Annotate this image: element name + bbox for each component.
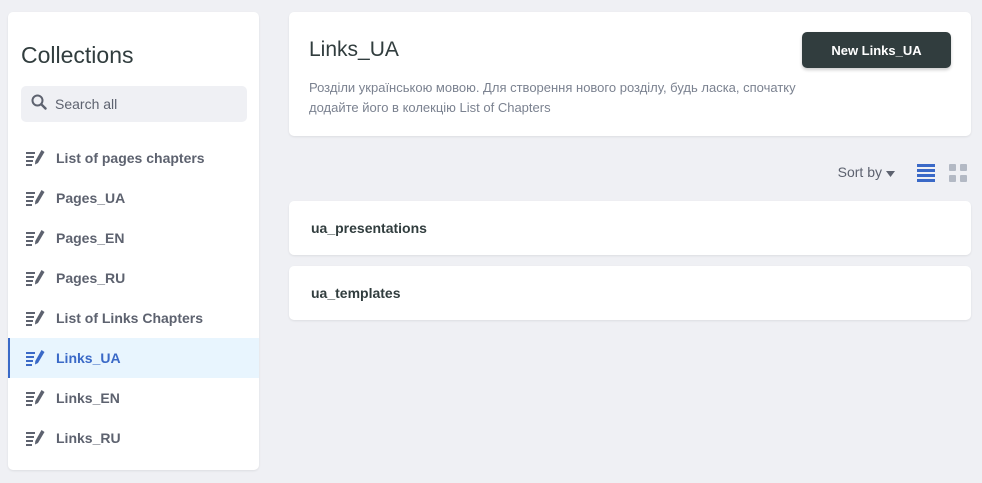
caret-down-icon (886, 164, 895, 180)
sidebar-title: Collections (21, 42, 134, 68)
edit-list-icon (26, 309, 46, 327)
list-item[interactable]: ua_presentations (289, 201, 971, 255)
page-title: Links_UA (309, 38, 399, 61)
sidebar-item-list-of-links-chapters[interactable]: List of Links Chapters (8, 298, 259, 338)
search-input[interactable] (53, 95, 237, 113)
edit-list-icon (26, 189, 46, 207)
sidebar-item-pages-ru[interactable]: Pages_RU (8, 258, 259, 298)
search-box[interactable] (21, 86, 247, 122)
sort-dropdown[interactable]: Sort by (838, 164, 895, 180)
entry-title: ua_templates (311, 285, 401, 301)
collection-list: List of pages chapters Pages_UA Pages_EN… (8, 138, 259, 458)
sidebar-item-list-of-pages-chapters[interactable]: List of pages chapters (8, 138, 259, 178)
sidebar-item-label: List of Links Chapters (56, 310, 204, 326)
list-view-icon[interactable] (916, 162, 936, 187)
collections-sidebar: Collections List of pages chapters Pages… (8, 12, 259, 470)
sidebar-item-label: List of pages chapters (56, 150, 205, 166)
sidebar-item-pages-ua[interactable]: Pages_UA (8, 178, 259, 218)
edit-list-icon (26, 349, 46, 367)
edit-list-icon (26, 149, 46, 167)
entry-title: ua_presentations (311, 220, 427, 236)
sidebar-item-links-ua[interactable]: Links_UA (8, 338, 259, 378)
sidebar-item-label: Pages_RU (56, 270, 126, 286)
edit-list-icon (26, 229, 46, 247)
list-toolbar: Sort by (289, 160, 971, 186)
sort-label: Sort by (837, 164, 882, 180)
sidebar-item-label: Links_EN (56, 390, 120, 406)
sidebar-item-label: Links_UA (56, 350, 121, 366)
entry-list: ua_presentations ua_templates (289, 201, 971, 331)
search-icon (31, 94, 47, 115)
collection-header: Links_UA Розділи українською мовою. Для … (289, 12, 971, 136)
sidebar-item-label: Pages_EN (56, 230, 125, 246)
grid-view-icon[interactable] (948, 162, 968, 187)
sidebar-item-label: Links_RU (56, 430, 121, 446)
edit-list-icon (26, 389, 46, 407)
sidebar-item-links-ru[interactable]: Links_RU (8, 418, 259, 458)
edit-list-icon (26, 269, 46, 287)
list-item[interactable]: ua_templates (289, 266, 971, 320)
sidebar-item-label: Pages_UA (56, 190, 126, 206)
new-entry-button[interactable]: New Links_UA (802, 32, 951, 68)
collection-description: Розділи українською мовою. Для створення… (309, 80, 796, 115)
edit-list-icon (26, 429, 46, 447)
sidebar-item-pages-en[interactable]: Pages_EN (8, 218, 259, 258)
sidebar-item-links-en[interactable]: Links_EN (8, 378, 259, 418)
